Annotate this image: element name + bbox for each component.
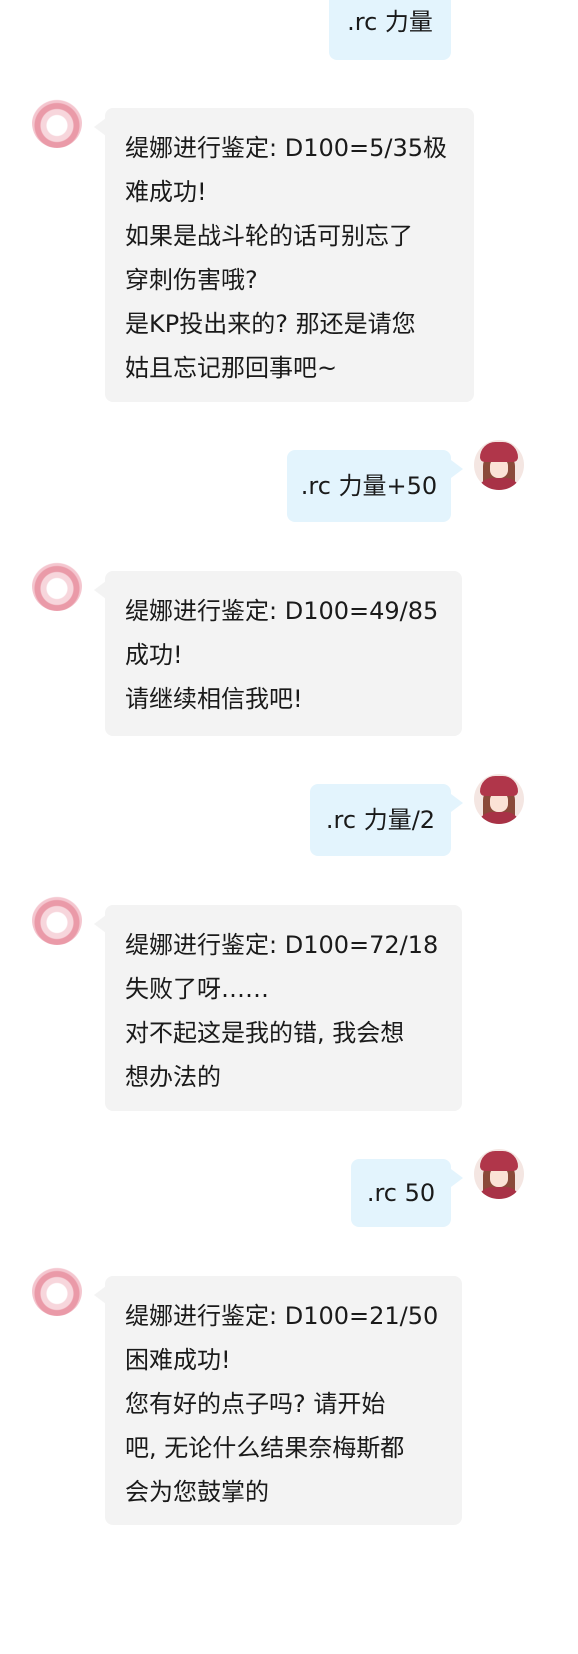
message-line: 缇娜进行鉴定: D100=21/50: [125, 1302, 439, 1330]
message-line: .rc 力量/2: [325, 806, 436, 834]
message-line: 难成功!: [125, 178, 207, 206]
bot-message-bubble[interactable]: 缇娜进行鉴定: D100=21/50 困难成功! 您有好的点子吗? 请开始 吧,…: [105, 1276, 462, 1525]
message-line: .rc 力量+50: [300, 472, 438, 500]
bubble-tail: [451, 794, 463, 812]
user-message-bubble[interactable]: .rc 50: [351, 1159, 451, 1227]
message-line: 如果是战斗轮的话可别忘了: [125, 222, 413, 250]
bubble-tail: [451, 460, 463, 478]
bot-message-bubble[interactable]: 缇娜进行鉴定: D100=5/35极 难成功! 如果是战斗轮的话可别忘了 穿刺伤…: [105, 108, 474, 402]
bot-avatar-icon: [32, 1266, 82, 1316]
message-line: 对不起这是我的错, 我会想: [125, 1019, 405, 1047]
message-line: 缇娜进行鉴定: D100=5/35极: [125, 134, 448, 162]
message-line: 失败了呀……: [125, 975, 269, 1003]
user-message-bubble[interactable]: .rc 力量: [329, 0, 451, 60]
bubble-tail: [451, 1169, 463, 1187]
message-line: 穿刺伤害哦?: [125, 266, 258, 294]
user-message-bubble[interactable]: .rc 力量+50: [287, 450, 451, 522]
user-message-bubble[interactable]: .rc 力量/2: [310, 784, 451, 856]
bot-message-bubble[interactable]: 缇娜进行鉴定: D100=72/18 失败了呀…… 对不起这是我的错, 我会想 …: [105, 905, 462, 1111]
message-line: 缇娜进行鉴定: D100=49/85: [125, 597, 439, 625]
message-line: 困难成功!: [125, 1346, 231, 1374]
user-avatar-icon: [474, 440, 524, 490]
message-line: 吧, 无论什么结果奈梅斯都: [125, 1434, 405, 1462]
message-line: 会为您鼓掌的: [125, 1478, 269, 1506]
message-line: 您有好的点子吗? 请开始: [125, 1390, 386, 1418]
user-avatar-icon: [474, 774, 524, 824]
bot-message-bubble[interactable]: 缇娜进行鉴定: D100=49/85 成功! 请继续相信我吧!: [105, 571, 462, 736]
message-line: 想办法的: [125, 1063, 221, 1091]
user-avatar-icon: [474, 1149, 524, 1199]
bot-avatar-icon: [32, 561, 82, 611]
chat-log: .rc 力量 缇娜进行鉴定: D100=5/35极 难成功! 如果是战斗轮的话可…: [0, 0, 578, 1654]
bot-avatar-icon: [32, 895, 82, 945]
message-line: 缇娜进行鉴定: D100=72/18: [125, 931, 439, 959]
message-line: 是KP投出来的? 那还是请您: [125, 310, 416, 338]
message-line: 成功!: [125, 641, 183, 669]
message-line: .rc 50: [366, 1179, 436, 1207]
message-line: 请继续相信我吧!: [125, 685, 303, 713]
message-line: .rc 力量: [347, 8, 433, 36]
message-line: 姑且忘记那回事吧~: [125, 354, 338, 382]
bot-avatar-icon: [32, 98, 82, 148]
